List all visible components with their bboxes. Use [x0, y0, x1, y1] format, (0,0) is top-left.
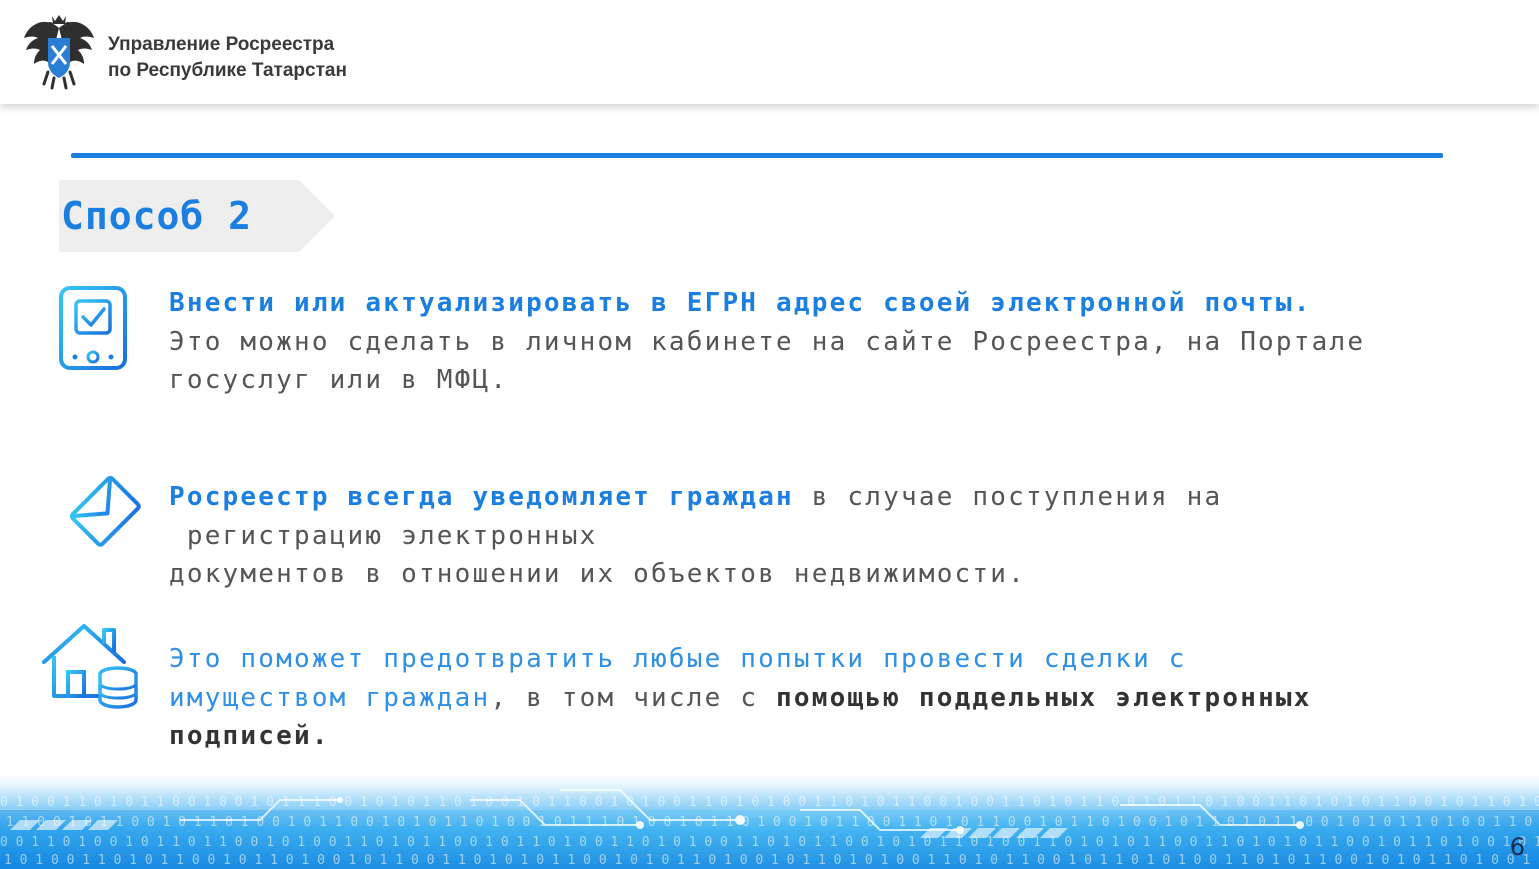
method-title: Способ 2: [61, 194, 253, 238]
org-name-line2: по Республике Татарстан: [108, 60, 347, 81]
org-name-line1: Управление Росреестра: [108, 34, 335, 55]
header-bar: Управление Росреестра по Республике Тата…: [0, 0, 1539, 104]
house-coins-icon: [42, 624, 138, 709]
info-bold-text: помощью поддельных электронных: [776, 682, 1312, 713]
svg-text:1 0 1 0 0 1 1 0 1 0 1 1 0 0 1: 1 0 1 0 0 1 1 0 1 0 1 1 0 0 1 0 1 1 0 1 …: [4, 853, 1539, 868]
email-envelope-icon: [34, 475, 141, 547]
svg-text:0 1 0 0 1 1 0 1 0 1 1 0 0 1 0: 0 1 0 0 1 1 0 1 0 1 1 0 0 1 0 0 1 0 1 1 …: [0, 795, 1539, 810]
svg-text:1 1 0 0 1 0 1 1 0 0 1 0 1 1 0: 1 1 0 0 1 0 1 1 0 0 1 0 1 1 0 1 0 0 1 0 …: [6, 815, 1539, 830]
blue-divider-rule: [71, 153, 1443, 158]
info-highlight-line: Внести или актуализировать в ЕГРН адрес …: [169, 284, 1459, 323]
info-mixed-line: имуществом граждан, в том числе с помощь…: [169, 679, 1459, 718]
info-block-protection: Это поможет предотвратить любые попытки …: [169, 640, 1459, 756]
organization-name: Управление Росреестра по Республике Тата…: [108, 32, 347, 84]
phone-checkbox-icon: [59, 286, 127, 370]
info-block-email: Внести или актуализировать в ЕГРН адрес …: [169, 284, 1459, 400]
info-highlight-line: Росреестр всегда уведомляет граждан в сл…: [169, 478, 1459, 517]
info-bold-text: подписей.: [169, 721, 330, 751]
info-text-line: документов в отношении их объектов недви…: [169, 559, 1026, 589]
info-text-middle: , в том числе с: [490, 682, 777, 713]
info-highlight: Внести или актуализировать в ЕГРН адрес …: [169, 288, 1312, 318]
page-number: 6: [1509, 833, 1525, 861]
info-text-line: Это можно сделать в личном кабинете на с…: [169, 326, 1366, 357]
info-highlight-light: имуществом граждан: [169, 682, 491, 713]
info-text-line: регистрацию электронных: [169, 520, 598, 551]
info-highlight-line: Это поможет предотвратить любые попытки …: [169, 640, 1459, 679]
method-banner: Способ 2: [59, 180, 337, 252]
info-block-notification: Росреестр всегда уведомляет граждан в сл…: [169, 478, 1459, 594]
info-text-after: в случае поступления на: [793, 482, 1223, 512]
footer-digital-binary-banner: 0 1 0 0 1 1 0 1 0 1 1 0 0 1 0 0 1 0 1 1 …: [0, 770, 1539, 869]
info-highlight: Росреестр всегда уведомляет граждан: [169, 482, 794, 512]
svg-text:0 0 1 1 0 1 0 0 1 0 1 1 0 1 1: 0 0 1 1 0 1 0 0 1 0 1 1 0 1 1 0 0 1 0 1 …: [0, 835, 1539, 850]
info-text-line: госуслуг или в МФЦ.: [169, 365, 509, 395]
double-headed-eagle-emblem-icon: [24, 15, 94, 90]
info-highlight-light: Это поможет предотвратить любые попытки …: [169, 644, 1187, 674]
